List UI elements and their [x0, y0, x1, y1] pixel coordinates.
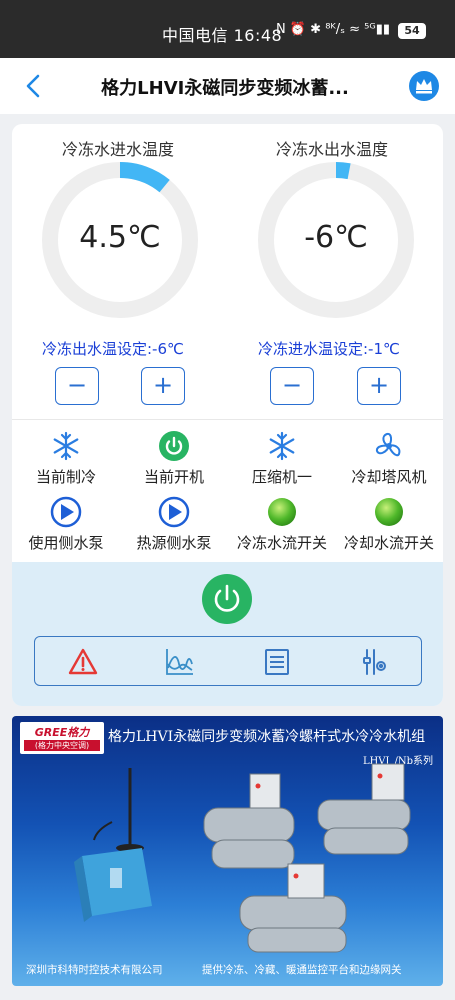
power-icon	[214, 584, 240, 612]
snowflake-icon	[53, 431, 79, 461]
gauge-label-inlet: 冷冻水进水温度	[62, 140, 175, 159]
app-header: 格力LHVI永磁同步变频冰蓄...	[0, 58, 455, 114]
gree-logo-subtext: (格力中央空调)	[24, 740, 100, 751]
divider	[12, 419, 443, 420]
green-ball-icon	[375, 498, 403, 526]
crown-icon[interactable]	[409, 71, 439, 101]
page-title: 格力LHVI永磁同步变频冰蓄...	[101, 78, 349, 99]
pump-icon	[50, 496, 82, 528]
setpoint-outlet-minus-button[interactable]: −	[55, 367, 99, 405]
product-banner[interactable]: GREE格力 (格力中央空调) 格力LHVI永磁同步变频冰蓄冷螺杆式水冷冷水机组…	[12, 716, 443, 986]
setpoint-inlet-minus-button[interactable]: −	[270, 367, 314, 405]
power-button[interactable]	[202, 574, 252, 624]
setpoint-inlet-label: 冷冻进水温设定:-1℃	[258, 340, 400, 358]
status-compressor-label: 压缩机一	[251, 468, 312, 486]
status-cooling-label: 当前制冷	[35, 468, 96, 486]
product-illustration	[74, 763, 411, 953]
banner-title: 格力LHVI永磁同步变频冰蓄冷螺杆式水冷冷水机组	[108, 729, 426, 745]
battery-icon: 54	[398, 23, 426, 39]
status-chilled-water-flow-switch-label: 冷冻水流开关	[236, 534, 327, 552]
status-icons: N ⏰ ✱ ⁸ᴷ/ₛ ≈ ⁵ᴳ▮▮	[276, 22, 391, 37]
status-user-side-pump-label: 使用侧水泵	[28, 534, 104, 552]
chart-icon[interactable]	[163, 646, 195, 678]
status-carrier-time: 中国电信 16:48	[162, 26, 283, 45]
pump-icon	[158, 496, 190, 528]
alarm-icon[interactable]	[67, 646, 99, 678]
fan-icon	[375, 432, 401, 457]
list-icon[interactable]	[261, 646, 293, 678]
device-status-card: 冷冻水进水温度 4.5℃ 冷冻水出水温度 -6℃ 冷冻出水温设定:-6℃ 冷冻进…	[12, 124, 443, 706]
setpoint-outlet-plus-button[interactable]: +	[141, 367, 185, 405]
banner-footer-services: 提供冷冻、冷藏、暖通监控平台和边缘网关	[202, 964, 402, 976]
chevron-left-icon[interactable]	[20, 72, 48, 100]
function-toolbar	[34, 636, 422, 686]
banner-footer-company: 深圳市科特时控技术有限公司	[26, 964, 163, 976]
settings-sliders-icon[interactable]	[357, 646, 389, 678]
gauge-outlet-value: -6℃	[304, 220, 368, 255]
setpoint-outlet-label: 冷冻出水温设定:-6℃	[42, 340, 184, 358]
gree-logo-text: GREE格力	[34, 726, 90, 739]
setpoint-inlet-plus-button[interactable]: +	[357, 367, 401, 405]
snowflake-icon	[269, 431, 295, 461]
green-ball-icon	[268, 498, 296, 526]
gauge-inlet-value: 4.5℃	[79, 220, 161, 255]
gree-logo: GREE格力 (格力中央空调)	[20, 722, 104, 754]
status-cooling-tower-fan-label: 冷却塔风机	[351, 468, 427, 486]
power-on-icon	[159, 431, 189, 461]
status-bar: 中国电信 16:48 N ⏰ ✱ ⁸ᴷ/ₛ ≈ ⁵ᴳ▮▮ 54	[0, 0, 455, 58]
status-heat-source-pump-label: 热源侧水泵	[136, 534, 212, 552]
status-running-label: 当前开机	[143, 468, 204, 486]
control-panel	[12, 562, 443, 706]
gauge-label-outlet: 冷冻水出水温度	[276, 140, 389, 159]
status-cooling-water-flow-switch-label: 冷却水流开关	[343, 534, 434, 552]
